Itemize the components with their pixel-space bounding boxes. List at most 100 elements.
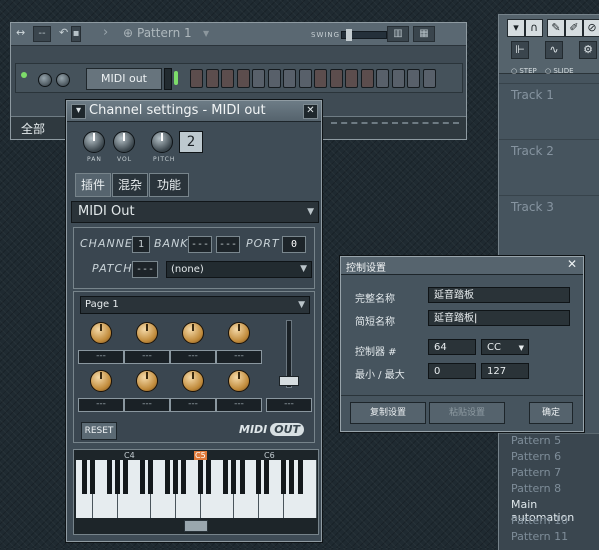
controller-knob-slot[interactable]: ---: [170, 350, 216, 364]
step-button[interactable]: [283, 69, 296, 88]
controller-knob-slot[interactable]: ---: [124, 398, 170, 412]
ok-button[interactable]: 确定: [529, 402, 573, 424]
channel-select-indicator[interactable]: [164, 68, 172, 90]
pitch-range-display[interactable]: 2: [179, 131, 203, 153]
pan-knob[interactable]: [83, 131, 105, 153]
pattern-item[interactable]: Pattern 11: [511, 530, 568, 543]
page-selector[interactable]: Page 1 ▼: [80, 296, 310, 314]
tab-functions[interactable]: 功能: [149, 173, 189, 197]
patch-field[interactable]: ---: [132, 261, 158, 278]
rack-scroll-track[interactable]: [331, 122, 459, 128]
black-key[interactable]: [231, 460, 237, 494]
port-field[interactable]: 0: [282, 236, 306, 253]
black-key[interactable]: [198, 460, 203, 494]
controller-type-select[interactable]: CC ▼: [481, 339, 529, 355]
channel-settings-titlebar[interactable]: ▾ Channel settings - MIDI out ✕: [67, 101, 321, 122]
pattern-item[interactable]: Pattern 8: [511, 482, 561, 495]
short-name-input[interactable]: 延音踏板|: [428, 310, 570, 326]
paint-icon[interactable]: ✐: [565, 19, 583, 37]
move-arrows-icon[interactable]: ↔: [16, 26, 25, 39]
controller-knob[interactable]: [90, 370, 112, 392]
black-key[interactable]: [148, 460, 154, 494]
white-key[interactable]: [308, 460, 318, 518]
fader-thumb[interactable]: [279, 376, 299, 386]
add-pattern-icon[interactable]: ⊕: [123, 26, 133, 40]
piano-keyboard[interactable]: C4 C5 C6: [73, 449, 319, 535]
playlist-track[interactable]: Track 2: [499, 139, 599, 196]
controller-knob[interactable]: [136, 322, 158, 344]
pattern-item[interactable]: Pattern 5: [511, 434, 561, 447]
channel-led-icon[interactable]: [21, 72, 27, 78]
black-key[interactable]: [206, 460, 212, 494]
magnet-icon[interactable]: ∩: [525, 19, 543, 37]
keyboard-view-icon[interactable]: ▦: [413, 26, 435, 42]
black-key[interactable]: [222, 460, 228, 494]
dialog-titlebar[interactable]: 控制设置 ✕: [341, 257, 583, 275]
black-key[interactable]: [256, 460, 262, 494]
controller-knob-slot[interactable]: ---: [170, 398, 216, 412]
step-button[interactable]: [267, 69, 281, 88]
menu-icon[interactable]: ▾: [507, 19, 525, 37]
channel-name-button[interactable]: MIDI out: [86, 68, 162, 90]
pattern-item[interactable]: Pattern 10: [511, 514, 568, 527]
black-key[interactable]: [81, 460, 87, 494]
black-key[interactable]: [239, 460, 245, 494]
controller-knob-slot[interactable]: ---: [216, 398, 262, 412]
playlist-pattern-icon[interactable]: ⊩: [511, 41, 529, 59]
playlist-track[interactable]: Track 3: [499, 195, 599, 252]
playlist-track[interactable]: Track 1: [499, 83, 599, 140]
step-button[interactable]: [252, 69, 265, 88]
controller-knob-slot[interactable]: ---: [216, 350, 262, 364]
channel-field[interactable]: 1: [132, 236, 150, 253]
step-button[interactable]: [422, 69, 436, 88]
keyboard-scroll-handle[interactable]: [184, 520, 208, 532]
step-button[interactable]: [314, 69, 327, 88]
controller-knob[interactable]: [182, 370, 204, 392]
pitch-knob[interactable]: [151, 131, 173, 153]
copy-settings-button[interactable]: 复制设置: [350, 402, 426, 424]
channel-pan-knob[interactable]: [38, 73, 52, 87]
graph-editor-icon[interactable]: ▥: [387, 26, 409, 42]
arrow-right-icon[interactable]: ›: [103, 25, 108, 40]
step-button[interactable]: [329, 69, 343, 88]
pattern-selector[interactable]: Pattern 1: [137, 26, 192, 40]
controller-knob-slot[interactable]: ---: [124, 350, 170, 364]
step-button[interactable]: [190, 69, 203, 88]
black-key[interactable]: [115, 460, 120, 494]
black-key[interactable]: [90, 460, 96, 494]
black-key[interactable]: [106, 460, 112, 494]
controller-knob-slot[interactable]: ---: [78, 398, 124, 412]
black-key[interactable]: [139, 460, 145, 494]
controller-knob[interactable]: [228, 370, 250, 392]
black-key[interactable]: [281, 460, 286, 494]
channel-vol-knob[interactable]: [56, 73, 70, 87]
chevron-down-icon[interactable]: ▼: [203, 29, 209, 38]
step-button[interactable]: [376, 69, 389, 88]
black-key[interactable]: [264, 460, 270, 494]
min-input[interactable]: 0: [428, 363, 476, 379]
step-button[interactable]: [236, 69, 250, 88]
step-button[interactable]: [221, 69, 234, 88]
volume-knob[interactable]: [113, 131, 135, 153]
controller-knob[interactable]: [182, 322, 204, 344]
pattern-item[interactable]: Pattern 7: [511, 466, 561, 479]
radio-step[interactable]: ○ STEP: [511, 67, 537, 75]
black-key[interactable]: [297, 460, 303, 494]
window-menu-icon[interactable]: ▾: [71, 104, 86, 119]
tab-misc[interactable]: 混杂: [112, 173, 148, 197]
controller-knob[interactable]: [90, 322, 112, 344]
close-icon[interactable]: ✕: [303, 104, 318, 119]
swing-slider[interactable]: [341, 29, 387, 41]
pattern-item[interactable]: Pattern 6: [511, 450, 561, 463]
step-button[interactable]: [205, 69, 219, 88]
full-name-input[interactable]: 延音踏板: [428, 287, 570, 303]
minimize-button[interactable]: --: [33, 26, 51, 42]
radio-slide[interactable]: ○ SLIDE: [545, 67, 574, 75]
pencil-icon[interactable]: ✎: [547, 19, 565, 37]
clone-button[interactable]: ▪: [71, 26, 81, 42]
fader-slot[interactable]: ---: [266, 398, 312, 412]
black-key[interactable]: [164, 460, 170, 494]
controller-knob[interactable]: [228, 322, 250, 344]
close-icon[interactable]: ✕: [567, 257, 577, 271]
undo-icon[interactable]: ↶: [59, 26, 68, 39]
